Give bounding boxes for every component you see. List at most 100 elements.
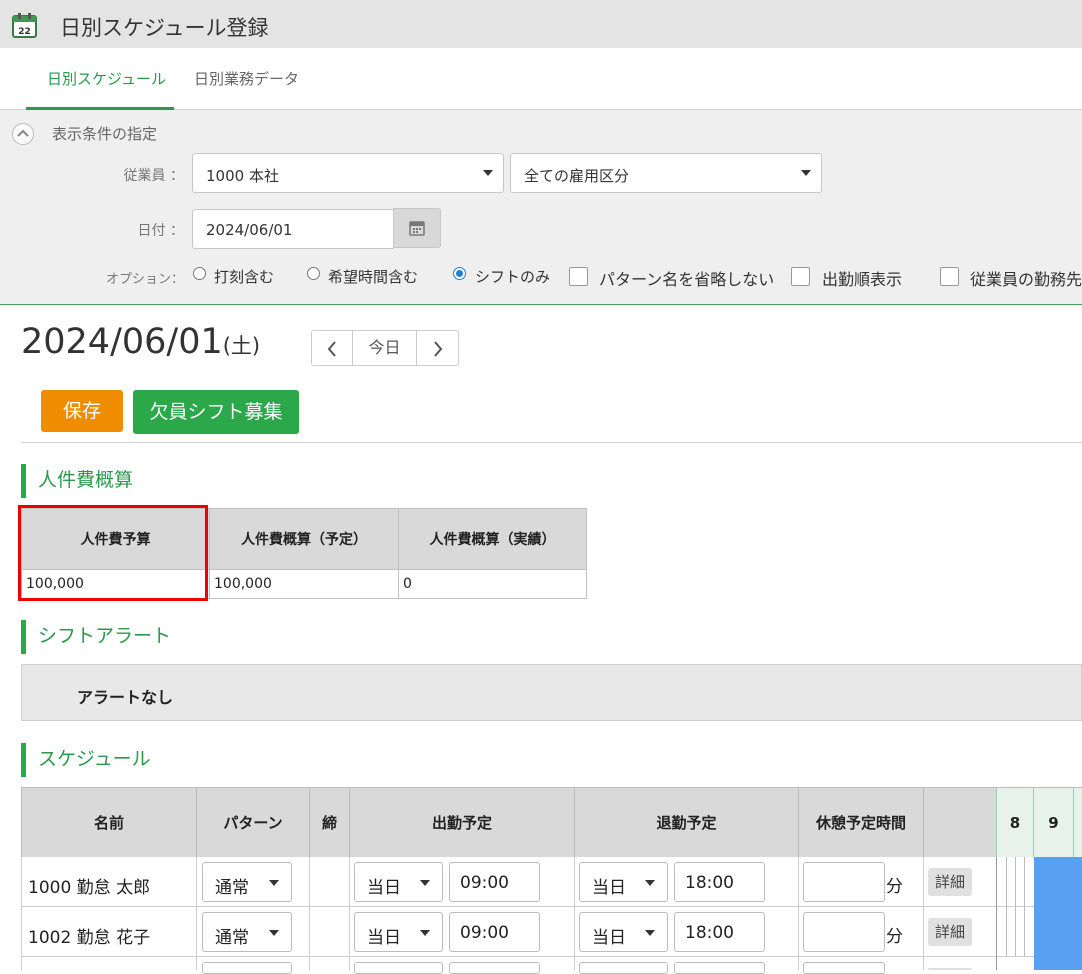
name-cell (21, 957, 196, 970)
chevron-down-icon (645, 930, 655, 936)
break-cell: 分 (798, 857, 923, 907)
clock-out-time-input[interactable] (674, 962, 765, 974)
shift-bar[interactable] (1034, 957, 1082, 970)
employee-name: 1002 勤怠 花子 (28, 928, 151, 948)
radio-include-preferred-label: 希望時間含む (328, 268, 419, 286)
clock-in-cell: 当日 09:00 (349, 907, 574, 957)
clock-out-day-select[interactable]: 当日 (579, 912, 668, 952)
break-minutes-input[interactable] (803, 912, 885, 952)
chevron-left-icon (327, 341, 336, 357)
pattern-cell: 通常 (196, 907, 309, 957)
timeline-gridline (1006, 907, 1007, 957)
cost-header-planned: 人件費概算（予定） (209, 508, 399, 570)
detail-button[interactable]: 詳細 (928, 918, 972, 946)
current-date: 2024/06/01 (21, 322, 223, 362)
column-header-clock-out: 退勤予定 (574, 788, 798, 858)
column-header-name: 名前 (21, 788, 196, 858)
title-bar: 22 日別スケジュール登録 (0, 0, 1082, 48)
column-header-break: 休憩予定時間 (798, 788, 923, 858)
checkbox-employee-workplace[interactable] (940, 267, 959, 286)
timeline-gridline (1015, 907, 1016, 957)
hour-header-8: 8 (996, 788, 1033, 858)
clock-in-time-input[interactable] (449, 962, 540, 974)
clock-in-time-input[interactable]: 09:00 (449, 912, 540, 952)
recruit-vacant-shift-button[interactable]: 欠員シフト募集 (133, 390, 299, 434)
clock-out-cell (574, 957, 798, 974)
radio-shift-only[interactable] (453, 267, 466, 280)
clock-in-time-input[interactable]: 09:00 (449, 862, 540, 902)
current-weekday: (土) (222, 334, 261, 358)
clock-out-time-input[interactable]: 18:00 (674, 862, 765, 902)
chevron-down-icon (645, 880, 655, 886)
schedule-table-header: 名前 パターン 締 出勤予定 退勤予定 休憩予定時間 8 9 (21, 787, 1082, 858)
closed-cell (309, 957, 349, 970)
clock-out-day-value: 当日 (592, 878, 626, 898)
clock-in-day-select[interactable]: 当日 (354, 912, 443, 952)
employment-type-select[interactable]: 全ての雇用区分 (510, 153, 822, 193)
pattern-cell (196, 957, 309, 974)
schedule-row: 1002 勤怠 花子 通常 当日 09:00 当日 18:00 分 詳細 (21, 907, 1082, 957)
break-cell (798, 957, 923, 974)
minutes-unit: 分 (886, 927, 903, 947)
break-minutes-input[interactable] (803, 962, 885, 974)
pattern-select[interactable] (202, 962, 292, 974)
clock-in-day-select[interactable]: 当日 (354, 862, 443, 902)
date-input-value: 2024/06/01 (206, 221, 293, 239)
schedule-row: 1000 勤怠 太郎 通常 当日 09:00 当日 18:00 分 詳細 (21, 857, 1082, 907)
section-title-schedule: スケジュール (21, 743, 151, 777)
clock-out-day-select[interactable]: 当日 (579, 862, 668, 902)
chevron-down-icon (269, 930, 279, 936)
employee-select[interactable]: 1000 本社 (192, 153, 504, 193)
highlight-box (18, 505, 208, 601)
clock-out-cell: 当日 18:00 (574, 907, 798, 957)
clock-in-day-value: 当日 (367, 928, 401, 948)
employee-select-value: 1000 本社 (206, 167, 279, 185)
filter-heading: 表示条件の指定 (52, 125, 158, 143)
chevron-up-icon (17, 129, 29, 137)
collapse-toggle-button[interactable] (12, 123, 34, 145)
clock-out-day-select[interactable] (579, 962, 668, 974)
date-picker-button[interactable] (393, 208, 441, 248)
clock-out-time-input[interactable]: 18:00 (674, 912, 765, 952)
checkbox-full-pattern-name[interactable] (569, 267, 588, 286)
clock-out-day-value: 当日 (592, 928, 626, 948)
radio-include-punch-label: 打刻含む (214, 268, 275, 286)
hour-header-next (1073, 788, 1082, 858)
chevron-down-icon (420, 880, 430, 886)
pattern-select[interactable]: 通常 (202, 912, 292, 952)
radio-include-punch[interactable] (193, 267, 206, 280)
break-minutes-input[interactable] (803, 862, 885, 902)
chevron-down-icon (420, 930, 430, 936)
current-date-display: 2024/06/01(土) (21, 322, 260, 362)
pattern-cell: 通常 (196, 857, 309, 907)
date-input[interactable]: 2024/06/01 (192, 209, 394, 249)
date-label: 日付 ： (137, 223, 184, 239)
timeline-cell (996, 957, 1082, 970)
alert-box: アラートなし (21, 664, 1082, 721)
today-button[interactable]: 今日 (352, 330, 417, 366)
radio-include-preferred[interactable] (307, 267, 320, 280)
next-day-button[interactable] (416, 330, 459, 366)
column-header-closed: 締 (309, 788, 349, 858)
save-button[interactable]: 保存 (41, 390, 123, 432)
checkbox-attendance-order[interactable] (791, 267, 810, 286)
timeline-gridline (1015, 857, 1016, 907)
employee-label: 従業員 ： (123, 168, 184, 184)
clock-in-day-select[interactable] (354, 962, 443, 974)
minutes-unit: 分 (886, 877, 903, 897)
employee-name: 1000 勤怠 太郎 (28, 878, 151, 898)
prev-day-button[interactable] (311, 330, 353, 366)
radio-shift-only-label: シフトのみ (475, 268, 551, 286)
tab-daily-business-data[interactable]: 日別業務データ (194, 68, 299, 89)
timeline-gridline (1024, 857, 1025, 907)
clock-out-cell: 当日 18:00 (574, 857, 798, 907)
clock-in-cell: 当日 09:00 (349, 857, 574, 907)
shift-bar[interactable] (1034, 907, 1082, 957)
break-cell: 分 (798, 907, 923, 957)
name-cell: 1002 勤怠 花子 (21, 907, 196, 957)
pattern-select-value: 通常 (215, 878, 249, 898)
pattern-select[interactable]: 通常 (202, 862, 292, 902)
detail-button[interactable]: 詳細 (928, 868, 972, 896)
tab-daily-schedule[interactable]: 日別スケジュール (47, 68, 166, 89)
shift-bar[interactable] (1034, 857, 1082, 907)
